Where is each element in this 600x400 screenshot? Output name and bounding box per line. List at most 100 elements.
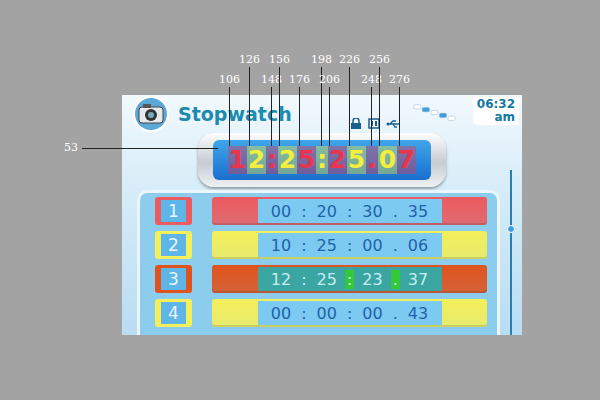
clock-time: 06:32 xyxy=(477,98,515,111)
padlock-icon xyxy=(350,118,362,129)
time-part: : xyxy=(299,236,308,255)
dimension-line xyxy=(371,87,372,146)
lap-time: 12:25:23.37 xyxy=(258,267,442,291)
lap-bar: 10:25:00.06 xyxy=(212,231,487,259)
time-part: : xyxy=(345,270,354,289)
lap-number-text: 1 xyxy=(161,200,186,222)
dimension-label: 156 xyxy=(269,54,290,66)
lap-number: 1 xyxy=(155,197,192,225)
time-part: 06 xyxy=(408,236,428,255)
display-frame: 12:25:25.07 xyxy=(198,133,446,187)
time-part: 37 xyxy=(408,270,428,289)
camera-icon xyxy=(132,96,170,132)
dimension-line xyxy=(349,67,350,146)
dimension-label: 276 xyxy=(389,74,410,86)
time-part: . xyxy=(391,304,400,323)
time-part: : xyxy=(345,236,354,255)
lap-number: 2 xyxy=(155,231,192,259)
time-part: : xyxy=(299,202,308,221)
stopwatch-app: Stopwatch06:32am12:25:25.07100:20:30.352… xyxy=(122,95,522,335)
time-part: 00 xyxy=(362,304,382,323)
lap-bar: 12:25:23.37 xyxy=(212,265,487,293)
dimension-label: 106 xyxy=(219,74,240,86)
usb-icon xyxy=(386,118,400,129)
dimension-line xyxy=(379,67,380,146)
dimension-line xyxy=(229,87,230,146)
dimension-label: 53 xyxy=(64,142,78,154)
dimension-line xyxy=(82,148,218,149)
time-part: 00 xyxy=(317,304,337,323)
time-part: . xyxy=(391,236,400,255)
digit: 2 xyxy=(278,146,297,174)
digit: 5 xyxy=(297,146,316,174)
dimension-label: 256 xyxy=(369,54,390,66)
dimension-line xyxy=(329,87,330,146)
page: Stopwatch06:32am12:25:25.07100:20:30.352… xyxy=(0,0,600,400)
lap-number-text: 2 xyxy=(161,234,186,256)
dimension-label: 176 xyxy=(289,74,310,86)
time-part: . xyxy=(391,202,400,221)
scrollbar[interactable] xyxy=(507,170,515,335)
dimension-line xyxy=(249,67,250,146)
digit: 7 xyxy=(397,146,416,174)
time-part: 12 xyxy=(271,270,291,289)
dimension-label: 206 xyxy=(319,74,340,86)
digit: 1 xyxy=(228,146,247,174)
time-part: . xyxy=(391,270,400,289)
lap-area: 100:20:30.35210:25:00.06312:25:23.37400:… xyxy=(122,190,522,335)
header: Stopwatch 06:32am xyxy=(122,95,522,133)
time-part: 23 xyxy=(362,270,382,289)
lap-bar: 00:00:00.43 xyxy=(212,299,487,327)
time-part: 25 xyxy=(317,236,337,255)
digit: 2 xyxy=(247,146,266,174)
digit: 0 xyxy=(378,146,397,174)
time-part: 43 xyxy=(408,304,428,323)
lap-time: 10:25:00.06 xyxy=(258,233,442,257)
time-part: 35 xyxy=(408,202,428,221)
lap-number-text: 3 xyxy=(161,268,186,290)
lap-list: 100:20:30.35210:25:00.06312:25:23.37400:… xyxy=(137,190,500,335)
time-part: 00 xyxy=(362,236,382,255)
lap-row[interactable]: 400:00:00.43 xyxy=(155,299,497,327)
lap-number: 4 xyxy=(155,299,192,327)
dimension-label: 198 xyxy=(311,54,332,66)
status-icons xyxy=(350,118,400,129)
dimension-line xyxy=(299,87,300,146)
digit: 2 xyxy=(328,146,347,174)
digit: . xyxy=(366,146,378,174)
time-part: 30 xyxy=(362,202,382,221)
digit: : xyxy=(266,146,278,174)
clock: 06:32am xyxy=(473,97,519,125)
scroll-track xyxy=(510,170,512,335)
time-part: 10 xyxy=(271,236,291,255)
display-area: 12:25:25.07 xyxy=(122,133,522,187)
time-part: 00 xyxy=(271,304,291,323)
scroll-thumb[interactable] xyxy=(507,225,515,233)
lap-number-text: 4 xyxy=(161,302,186,324)
lap-row[interactable]: 210:25:00.06 xyxy=(155,231,497,259)
digit: : xyxy=(316,146,328,174)
memory-card-icon xyxy=(368,118,380,129)
dimension-label: 126 xyxy=(239,54,260,66)
dimension-line xyxy=(271,87,272,146)
time-part: 00 xyxy=(271,202,291,221)
time-part: : xyxy=(345,202,354,221)
digit-bar: 12:25:25.07 xyxy=(213,140,431,180)
app-title: Stopwatch xyxy=(178,103,292,125)
clock-period: am xyxy=(494,111,515,124)
time-part: 25 xyxy=(317,270,337,289)
dimension-line xyxy=(399,87,400,146)
lap-row[interactable]: 100:20:30.35 xyxy=(155,197,497,225)
time-part: 20 xyxy=(317,202,337,221)
dimension-label: 226 xyxy=(339,54,360,66)
time-part: : xyxy=(299,270,308,289)
lap-time: 00:00:00.43 xyxy=(258,301,442,325)
lap-row[interactable]: 312:25:23.37 xyxy=(155,265,497,293)
lap-time: 00:20:30.35 xyxy=(258,199,442,223)
time-part: : xyxy=(299,304,308,323)
digit: 5 xyxy=(347,146,366,174)
lap-bar: 00:20:30.35 xyxy=(212,197,487,225)
decoration-icon xyxy=(408,97,465,131)
lap-number: 3 xyxy=(155,265,192,293)
dimension-line xyxy=(279,67,280,146)
